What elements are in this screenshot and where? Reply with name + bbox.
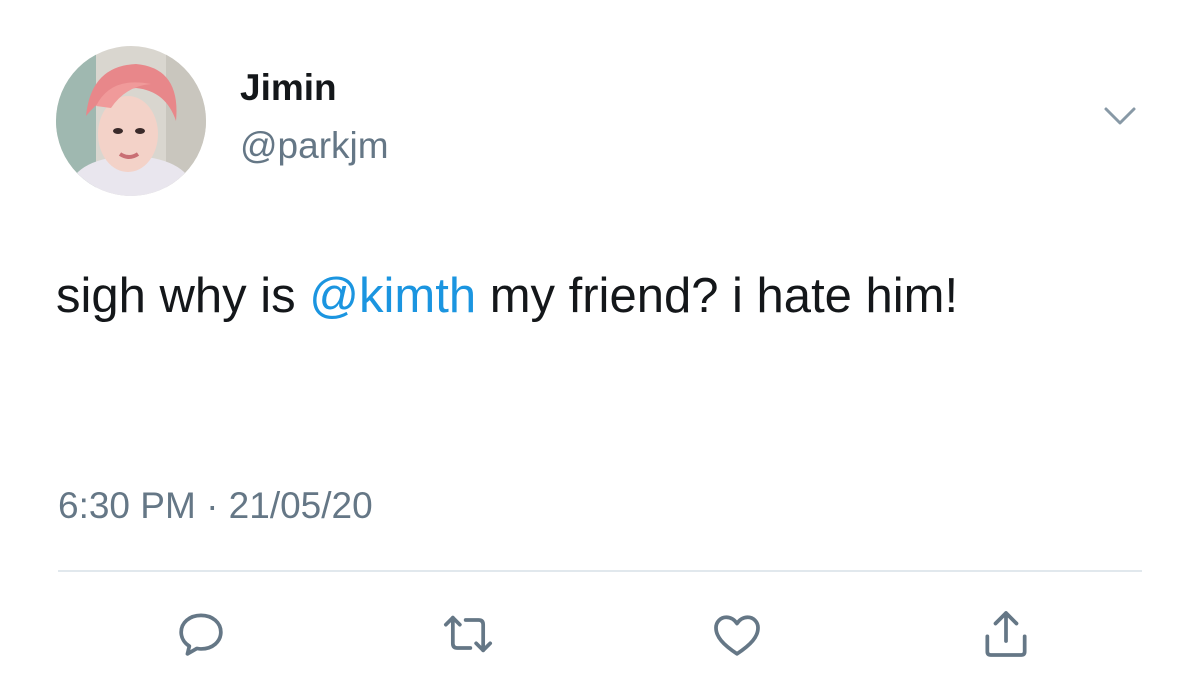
share-button[interactable] xyxy=(976,604,1036,664)
mention-link[interactable]: @kimth xyxy=(309,269,476,323)
retweet-button[interactable] xyxy=(438,604,498,664)
tweet-text-after: my friend? i hate him! xyxy=(476,269,959,323)
reply-icon xyxy=(179,613,223,656)
display-name[interactable]: Jimin xyxy=(240,66,337,110)
like-icon xyxy=(714,615,760,656)
like-button[interactable] xyxy=(707,604,767,664)
user-handle[interactable]: @parkjm xyxy=(240,124,389,168)
avatar-image xyxy=(56,46,206,196)
tweet-text: sigh why is @kimth my friend? i hate him… xyxy=(56,255,1106,337)
timestamp[interactable]: 6:30 PM · 21/05/20 xyxy=(58,484,373,528)
divider xyxy=(58,570,1142,572)
share-icon xyxy=(985,611,1027,657)
chevron-down-icon[interactable] xyxy=(1100,101,1140,131)
reply-button[interactable] xyxy=(171,604,231,664)
retweet-icon xyxy=(443,615,493,653)
tweet-text-before: sigh why is xyxy=(56,269,310,323)
avatar[interactable] xyxy=(56,46,206,196)
